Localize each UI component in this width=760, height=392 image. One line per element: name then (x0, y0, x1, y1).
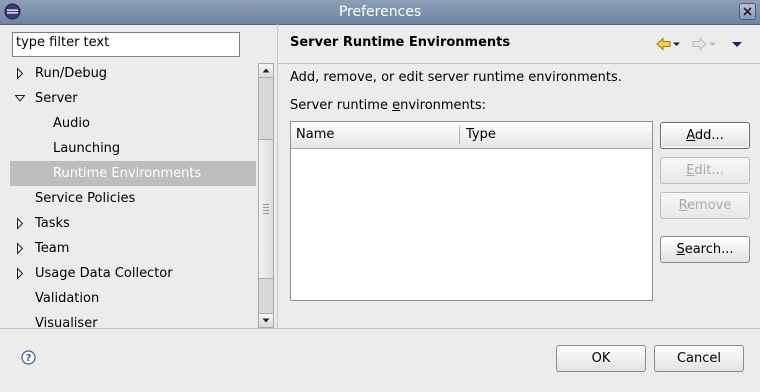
tree-item-label: Validation (35, 291, 100, 306)
tree-item[interactable]: Tasks (10, 211, 256, 236)
tree-item-label: Audio (53, 116, 90, 131)
page-title: Server Runtime Environments (290, 35, 511, 50)
column-header-type[interactable]: Type (466, 127, 496, 142)
tree-item[interactable]: Server (10, 86, 256, 111)
tree-item-label: Server (35, 91, 78, 106)
tree-item[interactable]: Audio (10, 111, 256, 136)
forward-button[interactable] (692, 36, 718, 52)
view-menu-icon (732, 42, 742, 47)
tree-item[interactable]: Runtime Environments (10, 161, 256, 186)
close-icon (743, 7, 752, 16)
tree-item-label: Team (35, 241, 70, 256)
tree-item[interactable]: Run/Debug (10, 61, 256, 86)
tree-scrollbar[interactable] (258, 63, 274, 328)
runtime-environments-table[interactable]: Name Type (290, 121, 653, 301)
help-icon: ? (21, 350, 36, 365)
tree-item-label: Usage Data Collector (35, 266, 173, 281)
close-window-button[interactable] (739, 3, 756, 20)
tree-item-label: Service Policies (35, 191, 136, 206)
edit-button[interactable]: Edit... (660, 157, 750, 184)
header-separator (278, 63, 760, 64)
filter-field[interactable] (12, 32, 240, 57)
table-header: Name Type (291, 122, 652, 149)
view-menu-button[interactable] (730, 36, 744, 52)
collapsed-arrow-icon[interactable] (14, 236, 28, 261)
help-button[interactable]: ? (21, 350, 36, 365)
remove-button[interactable]: Remove (660, 192, 750, 219)
ok-button[interactable]: OK (556, 345, 646, 372)
collapsed-arrow-icon[interactable] (14, 261, 28, 286)
pane-divider[interactable] (277, 24, 278, 328)
tree-item-label: Run/Debug (35, 66, 108, 81)
tree-item[interactable]: Usage Data Collector (10, 261, 256, 286)
forward-arrow-icon (692, 37, 716, 51)
tree-item-label: Visualiser (35, 316, 98, 331)
collapsed-arrow-icon[interactable] (14, 211, 28, 236)
collapsed-arrow-icon[interactable] (14, 61, 28, 86)
add-button[interactable]: Add... (660, 122, 750, 149)
title-bar: Preferences (0, 0, 760, 25)
page-description: Add, remove, or edit server runtime envi… (290, 70, 622, 85)
scroll-up-button[interactable] (259, 64, 273, 78)
scroll-down-button[interactable] (259, 313, 273, 327)
window-title: Preferences (338, 4, 422, 20)
back-button[interactable] (656, 36, 682, 52)
tree-item[interactable]: Launching (10, 136, 256, 161)
filter-input[interactable] (16, 35, 236, 50)
tree-item-label: Tasks (35, 216, 70, 231)
expanded-arrow-icon[interactable] (14, 86, 28, 111)
svg-text:?: ? (26, 353, 32, 364)
tree-item-label: Launching (53, 141, 121, 156)
footer-separator (0, 328, 760, 329)
tree-item[interactable]: Visualiser (10, 311, 256, 336)
environments-label: Server runtime environments: (290, 98, 487, 113)
back-arrow-icon (656, 37, 680, 51)
cancel-button[interactable]: Cancel (654, 345, 744, 372)
tree-item[interactable]: Service Policies (10, 186, 256, 211)
scroll-up-icon (262, 68, 270, 73)
tree-item[interactable]: Team (10, 236, 256, 261)
scroll-down-icon (262, 318, 270, 323)
search-button[interactable]: Search... (660, 236, 750, 263)
tree-item-label: Runtime Environments (53, 166, 202, 181)
column-header-name[interactable]: Name (296, 127, 334, 142)
scroll-thumb[interactable] (259, 139, 273, 279)
tree-item[interactable]: Validation (10, 286, 256, 311)
preference-tree[interactable]: Run/Debug Server Audio Launching Runtime Env… (10, 61, 258, 331)
